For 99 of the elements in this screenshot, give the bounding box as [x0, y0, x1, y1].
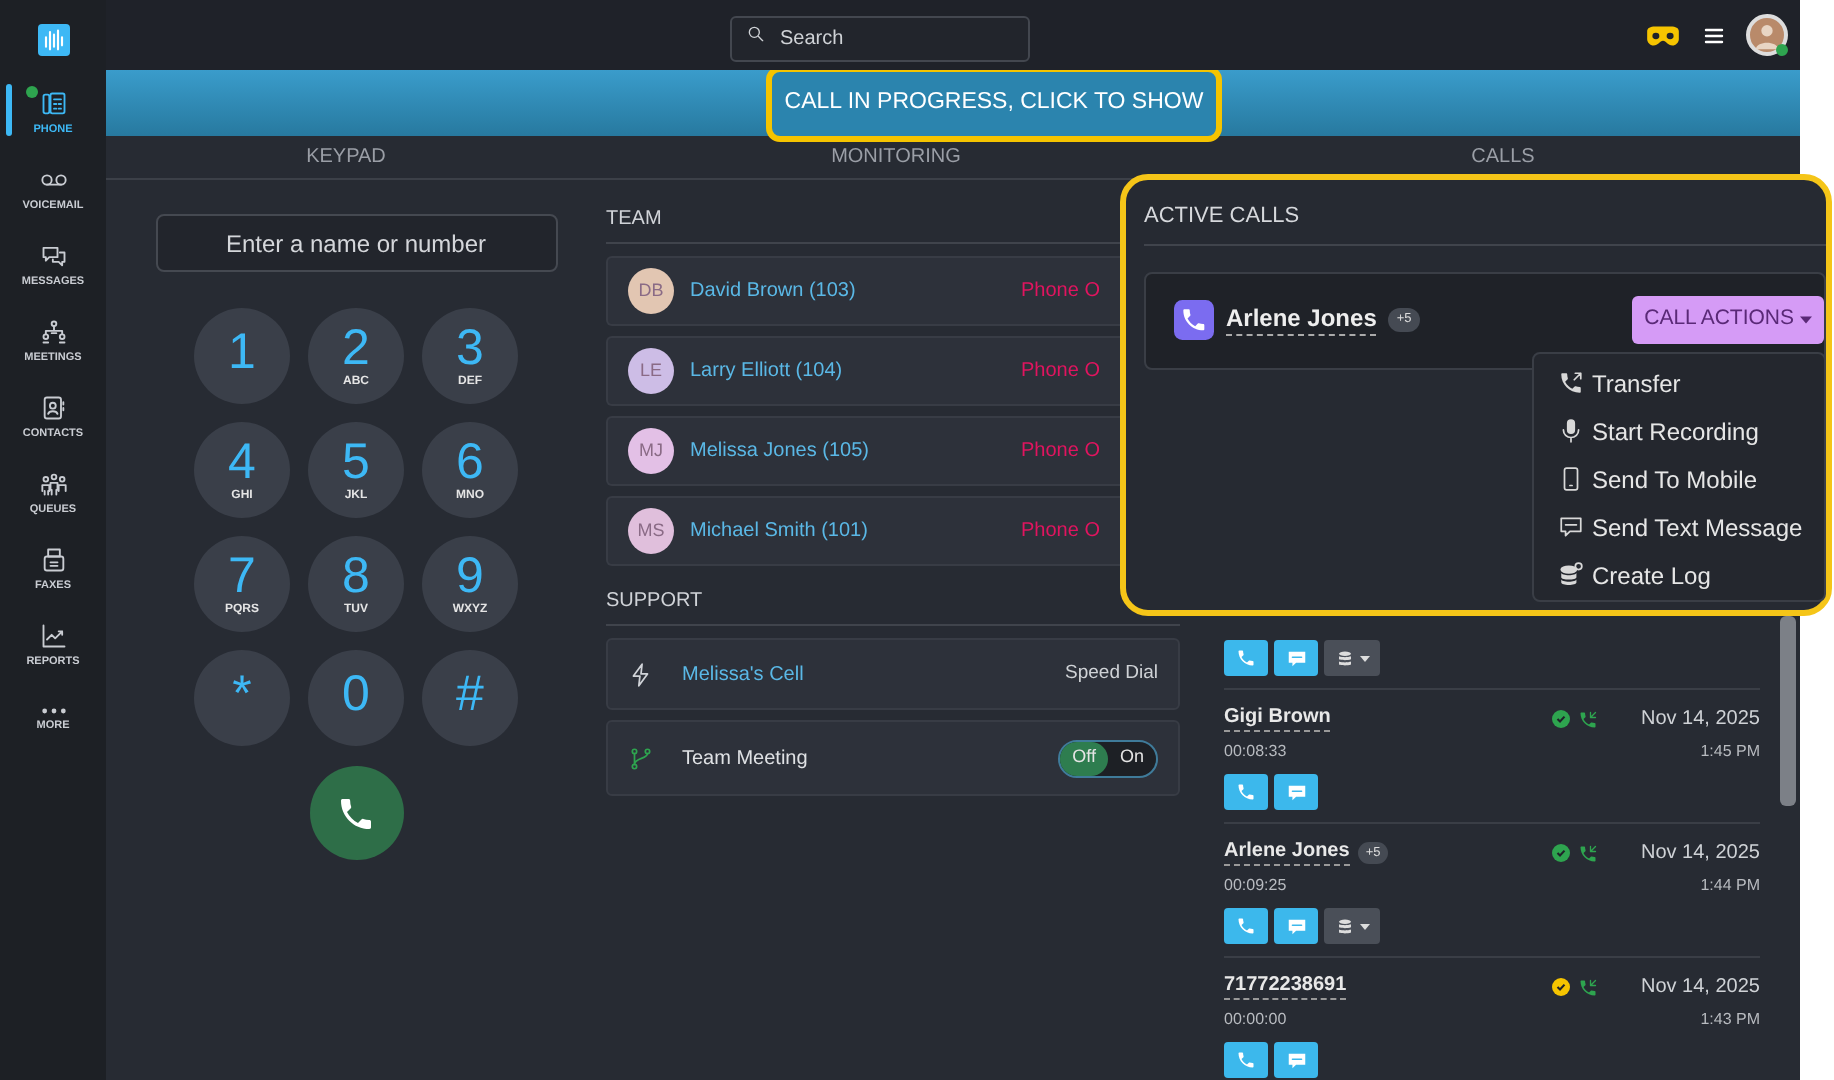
search-icon — [746, 24, 766, 44]
database-icon — [1335, 649, 1353, 667]
menu-item[interactable]: Send Text Message — [1534, 503, 1824, 551]
number-input-field[interactable]: Enter a name or number — [155, 214, 557, 272]
chat-bubble-icon — [1285, 781, 1307, 803]
incoming-call-icon — [1577, 843, 1597, 863]
chart-icon — [39, 621, 67, 650]
caller-name[interactable]: Arlene Jones — [1226, 303, 1377, 337]
workflow-name: Team Meeting — [682, 745, 808, 773]
member-name: Larry Elliott (104) — [690, 358, 843, 386]
avatar[interactable] — [1746, 14, 1788, 56]
member-name: David Brown (103) — [690, 278, 856, 306]
caret-icon — [1800, 316, 1812, 324]
team-member-row[interactable]: MJ Melissa Jones (105) Phone O — [606, 416, 1120, 486]
keypad-key[interactable]: 0 — [308, 650, 404, 746]
keypad-key[interactable]: 1 — [194, 308, 290, 404]
call-time: 1:45 PM — [1700, 740, 1760, 764]
team-member-row[interactable]: MS Michael Smith (101) Phone O — [606, 496, 1120, 566]
call-duration: 00:08:33 — [1224, 740, 1287, 764]
incoming-call-icon — [1577, 977, 1597, 997]
org-chart-icon — [39, 317, 67, 346]
call-date: Nov 14, 2025 — [1641, 840, 1760, 868]
caller-name[interactable]: 71772238691 — [1224, 974, 1347, 1000]
caret-icon — [1359, 655, 1369, 661]
message-button[interactable] — [1274, 1042, 1318, 1078]
message-button[interactable] — [1274, 774, 1318, 810]
presence-status: Phone O — [1021, 518, 1100, 546]
keypad-key[interactable]: * — [194, 650, 290, 746]
fax-icon — [39, 545, 67, 574]
chat-bubble-icon — [1285, 1049, 1307, 1071]
message-button[interactable] — [1274, 640, 1318, 676]
tab[interactable]: KEYPAD — [106, 136, 586, 178]
tab[interactable]: MONITORING — [586, 136, 1206, 178]
avatar-initials: MS — [628, 508, 674, 554]
lightning-icon — [628, 661, 654, 687]
call-duration: 00:09:25 — [1224, 874, 1287, 898]
incoming-call-icon — [1577, 709, 1597, 729]
phone-icon — [1236, 1050, 1256, 1070]
transfer-call-icon — [1558, 370, 1584, 396]
call-in-progress-button[interactable]: CALL IN PROGRESS, CLICK TO SHOW — [766, 65, 1222, 141]
people-group-icon — [39, 469, 67, 498]
chat-bubbles-icon — [39, 241, 67, 270]
call-button[interactable] — [309, 766, 403, 860]
presence-status: Phone O — [1021, 438, 1100, 466]
speed-dial-label: Speed Dial — [1065, 659, 1158, 688]
menu-item[interactable]: Create Log — [1534, 551, 1824, 599]
mobile-phone-icon — [1558, 466, 1584, 492]
avatar-initials: MJ — [628, 428, 674, 474]
desk-phone-icon — [39, 89, 67, 118]
logo-icon — [37, 23, 69, 56]
chat-bubble-icon — [1285, 915, 1307, 937]
support-row[interactable]: Melissa's Cell Speed Dial — [606, 638, 1180, 710]
call-actions-button[interactable]: CALL ACTIONS — [1632, 296, 1824, 344]
team-member-row[interactable]: LE Larry Elliott (104) Phone O — [606, 336, 1120, 406]
phone-icon — [1236, 916, 1256, 936]
menu-item[interactable]: Send To Mobile — [1534, 455, 1824, 503]
call-time: 1:43 PM — [1700, 1008, 1760, 1032]
phone-icon — [1236, 648, 1256, 668]
phone-icon — [1236, 782, 1256, 802]
speed-dial-name: Melissa's Cell — [682, 661, 804, 689]
scrollbar-thumb[interactable] — [1780, 616, 1796, 806]
microphone-icon — [1558, 418, 1584, 444]
message-button[interactable] — [1274, 908, 1318, 944]
on-off-toggle[interactable]: Off On — [1058, 739, 1158, 777]
database-icon — [1558, 562, 1584, 588]
log-menu-button[interactable] — [1324, 908, 1380, 944]
phone-icon — [1174, 300, 1214, 340]
menu-icon — [1702, 23, 1726, 47]
caller-name[interactable]: Arlene Jones — [1224, 840, 1350, 866]
caret-icon — [1359, 923, 1369, 929]
branch-icon — [628, 745, 654, 771]
online-dot — [1776, 44, 1788, 56]
member-name: Melissa Jones (105) — [690, 438, 869, 466]
menu-item[interactable]: Start Recording — [1534, 407, 1824, 455]
call-time: 1:44 PM — [1700, 874, 1760, 898]
support-row[interactable]: Team Meeting Off On — [606, 720, 1180, 796]
keypad-key[interactable]: # — [422, 650, 518, 746]
menu-item[interactable]: Transfer — [1534, 359, 1824, 407]
chat-bubble-icon — [1285, 647, 1307, 669]
panel-title: ACTIVE CALLS — [1144, 200, 1826, 245]
mask-icon — [1644, 23, 1682, 47]
contact-book-icon — [39, 393, 67, 422]
presence-status: Phone O — [1021, 358, 1100, 386]
tab[interactable]: CALLS — [1206, 136, 1800, 178]
avatar-initials: DB — [628, 268, 674, 314]
search-field[interactable]: Search — [730, 16, 1030, 62]
caller-name[interactable]: Gigi Brown — [1224, 706, 1331, 732]
call-date: Nov 14, 2025 — [1641, 706, 1760, 734]
call-duration: 00:00:00 — [1224, 1008, 1287, 1032]
phone-icon — [336, 793, 376, 833]
log-menu-button[interactable] — [1324, 640, 1380, 676]
team-member-row[interactable]: DB David Brown (103) Phone O — [606, 256, 1120, 326]
database-icon — [1335, 917, 1353, 935]
more-icon — [41, 708, 65, 715]
presence-status: Phone O — [1021, 278, 1100, 306]
call-date: Nov 14, 2025 — [1641, 974, 1760, 1002]
message-icon — [1558, 514, 1584, 540]
member-name: Michael Smith (101) — [690, 518, 868, 546]
avatar-initials: LE — [628, 348, 674, 394]
